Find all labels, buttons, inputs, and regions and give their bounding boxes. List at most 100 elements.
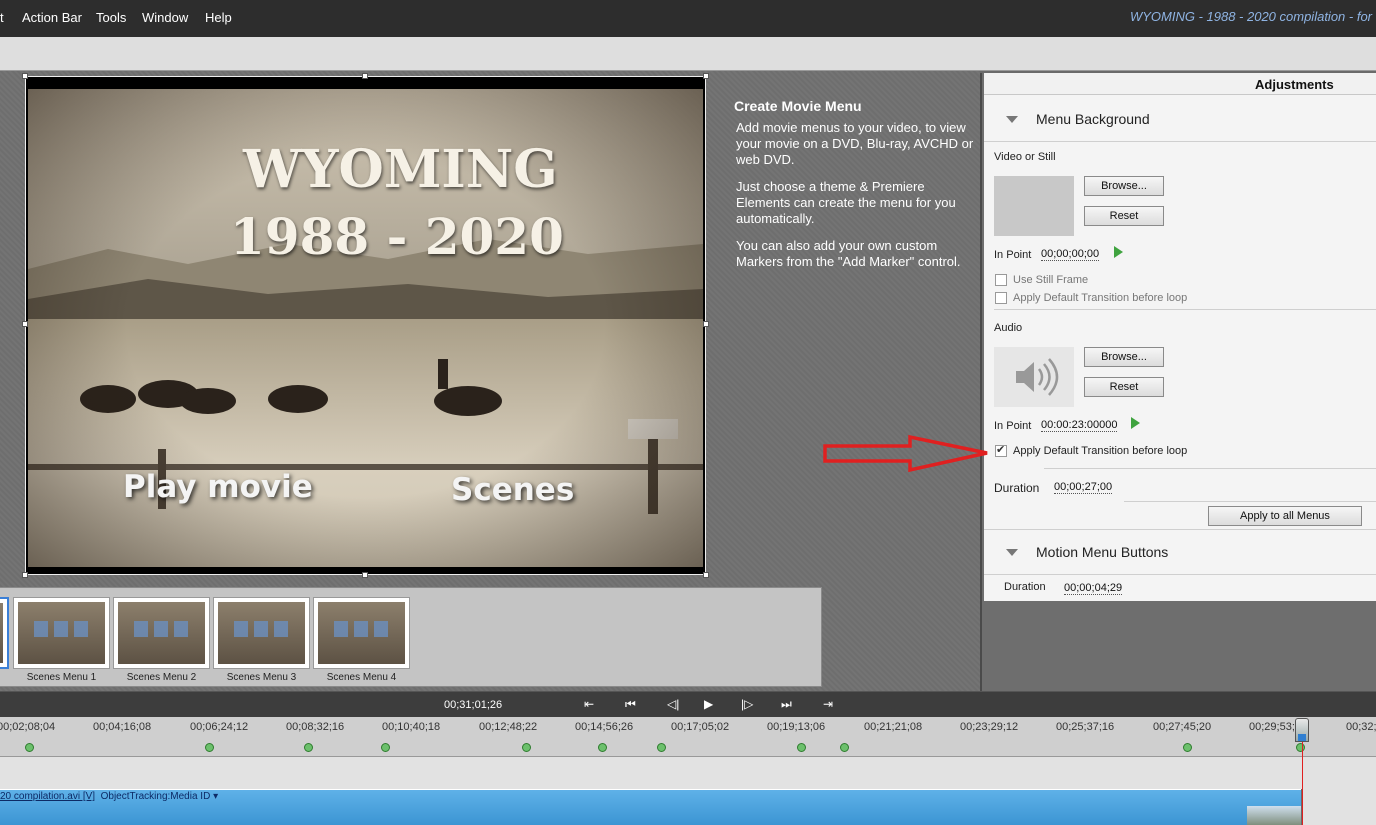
step-back-icon[interactable]: ◁|	[667, 697, 679, 711]
collapse-triangle-icon[interactable]	[1006, 549, 1018, 556]
main-menu-thumbnail[interactable]	[0, 597, 9, 669]
menu-marker-icon[interactable]	[598, 743, 607, 752]
ruler-tick: 00;12;48;22	[479, 721, 538, 733]
thumbnail-image	[118, 602, 205, 664]
motion-duration-label: Duration	[1004, 581, 1046, 593]
motion-menu-buttons-title[interactable]: Motion Menu Buttons	[1036, 544, 1168, 560]
menu-window[interactable]: Window	[142, 10, 188, 25]
thumbnail-label: Scenes Menu 4	[326, 672, 397, 683]
playhead-handle[interactable]	[1295, 718, 1309, 742]
menu-marker-icon[interactable]	[205, 743, 214, 752]
menu-title-line2[interactable]: 1988 - 2020	[230, 207, 564, 266]
reset-audio-button[interactable]: Reset	[1084, 377, 1164, 397]
resize-handle[interactable]	[703, 73, 709, 79]
menu-marker-icon[interactable]	[840, 743, 849, 752]
ruler-tick: 00;29;53;2	[1249, 721, 1301, 733]
resize-handle[interactable]	[22, 321, 28, 327]
menu-marker-icon[interactable]	[657, 743, 666, 752]
create-movie-menu-info: Create Movie Menu Add movie menus to you…	[734, 98, 974, 281]
resize-handle[interactable]	[22, 73, 28, 79]
play-button-icon[interactable]: ▶	[704, 697, 713, 711]
apply-to-all-menus-button[interactable]: Apply to all Menus	[1208, 506, 1362, 526]
menu-edit[interactable]: t	[0, 10, 4, 25]
video-still-preview	[994, 176, 1074, 236]
menu-tools[interactable]: Tools	[96, 10, 126, 25]
use-still-frame-label: Use Still Frame	[1013, 274, 1089, 286]
thumbnail-image	[318, 602, 405, 664]
timeline-ruler[interactable]: 00;02;08;04 00;04;16;08 00;06;24;12 00;0…	[0, 717, 1376, 757]
ruler-tick: 00;27;45;20	[1153, 721, 1212, 733]
audio-label: Audio	[994, 322, 1023, 334]
menu-marker-icon[interactable]	[304, 743, 313, 752]
menu-title-line1[interactable]: WYOMING	[243, 139, 558, 200]
ruler-tick: 00;14;56;26	[575, 721, 634, 733]
apply-transition-audio-checkbox[interactable]	[995, 443, 1007, 457]
playhead-line	[1302, 735, 1303, 825]
scenes-menu-thumbnail[interactable]	[113, 597, 210, 669]
menu-background-image: WYOMING 1988 - 2020 Play movie Scenes	[28, 89, 703, 567]
play-movie-menu-button[interactable]: Play movie	[123, 469, 313, 505]
video-or-still-label: Video or Still	[994, 151, 1056, 163]
thumbnail-label: Scenes Menu 1	[26, 672, 97, 683]
duration-label: Duration	[994, 481, 1040, 495]
scenes-menu-thumbnail[interactable]	[313, 597, 410, 669]
ruler-tick: 00;21;21;08	[864, 721, 923, 733]
resize-handle[interactable]	[703, 572, 709, 578]
menu-marker-icon[interactable]	[25, 743, 34, 752]
adjustments-title: Adjustments	[1255, 77, 1334, 92]
divider	[984, 141, 1376, 142]
menu-marker-icon[interactable]	[1296, 743, 1305, 752]
resize-handle[interactable]	[362, 572, 368, 578]
apply-transition-video-checkbox[interactable]	[995, 292, 1007, 304]
timeline-transport-bar: 00;31;01;26 ⇤ ⏮ ◁| ▶ |▷ ⏭ ⇥	[0, 691, 1376, 717]
clip-name-wrap: 20 compilation.avi [V] ObjectTracking:Me…	[0, 791, 218, 802]
duration-value[interactable]: 00;00;27;00	[1054, 481, 1113, 494]
divider	[1044, 468, 1376, 469]
step-forward-icon[interactable]: |▷	[741, 697, 753, 711]
resize-handle[interactable]	[362, 73, 368, 79]
clip-thumbnail	[1247, 806, 1301, 825]
ruler-tick: 00;04;16;08	[93, 721, 152, 733]
browse-audio-button[interactable]: Browse...	[1084, 347, 1164, 367]
menu-thumbnail-strip: Scenes Menu 1 Scenes Menu 2 Scenes Menu …	[0, 587, 822, 687]
ruler-tick: 00;32;0	[1346, 721, 1376, 733]
toolbar-strip	[0, 37, 1376, 71]
go-to-out-icon[interactable]: ⇥	[823, 697, 833, 711]
menu-marker-icon[interactable]	[1183, 743, 1192, 752]
info-paragraph: Add movie menus to your video, to view y…	[736, 120, 974, 167]
menu-background-title[interactable]: Menu Background	[1036, 111, 1150, 127]
menu-marker-icon[interactable]	[381, 743, 390, 752]
resize-handle[interactable]	[703, 321, 709, 327]
scenes-menu-thumbnail[interactable]	[13, 597, 110, 669]
clip-effect-dropdown[interactable]: ObjectTracking:Media ID ▾	[101, 791, 218, 802]
apply-transition-audio-label: Apply Default Transition before loop	[1013, 445, 1188, 457]
menu-preview[interactable]: WYOMING 1988 - 2020 Play movie Scenes	[25, 76, 706, 575]
motion-duration-value[interactable]: 00;00;04;29	[1064, 582, 1123, 595]
play-icon[interactable]	[1131, 417, 1140, 429]
menu-marker-icon[interactable]	[797, 743, 806, 752]
ruler-tick: 00;06;24;12	[190, 721, 249, 733]
use-still-frame-checkbox[interactable]	[995, 274, 1007, 286]
skip-forward-icon[interactable]: ⏭	[781, 697, 792, 712]
collapse-triangle-icon[interactable]	[1006, 116, 1018, 123]
resize-handle[interactable]	[22, 572, 28, 578]
menu-help[interactable]: Help	[205, 10, 232, 25]
play-icon[interactable]	[1114, 246, 1123, 258]
in-point-value[interactable]: 00;00;00;00	[1041, 248, 1100, 261]
reset-video-button[interactable]: Reset	[1084, 206, 1164, 226]
scenes-menu-thumbnail[interactable]	[213, 597, 310, 669]
speaker-icon	[1016, 358, 1059, 396]
empty-track-area	[1302, 789, 1376, 825]
scenes-menu-button[interactable]: Scenes	[451, 472, 574, 508]
menu-action-bar[interactable]: Action Bar	[22, 10, 82, 25]
info-paragraph: Just choose a theme & Premiere Elements …	[736, 179, 956, 226]
menu-marker-icon[interactable]	[522, 743, 531, 752]
skip-back-icon[interactable]: ⏮	[625, 697, 636, 712]
go-to-in-icon[interactable]: ⇤	[584, 697, 594, 711]
adjustments-body: Adjustments Menu Background Video or Sti…	[984, 73, 1376, 601]
current-timecode[interactable]: 00;31;01;26	[444, 699, 502, 711]
audio-in-point-value[interactable]: 00:00:23:00000	[1041, 419, 1118, 432]
video-clip[interactable]: 20 compilation.avi [V] ObjectTracking:Me…	[0, 789, 1301, 825]
red-arrow-annotation	[823, 434, 988, 473]
browse-video-button[interactable]: Browse...	[1084, 176, 1164, 196]
